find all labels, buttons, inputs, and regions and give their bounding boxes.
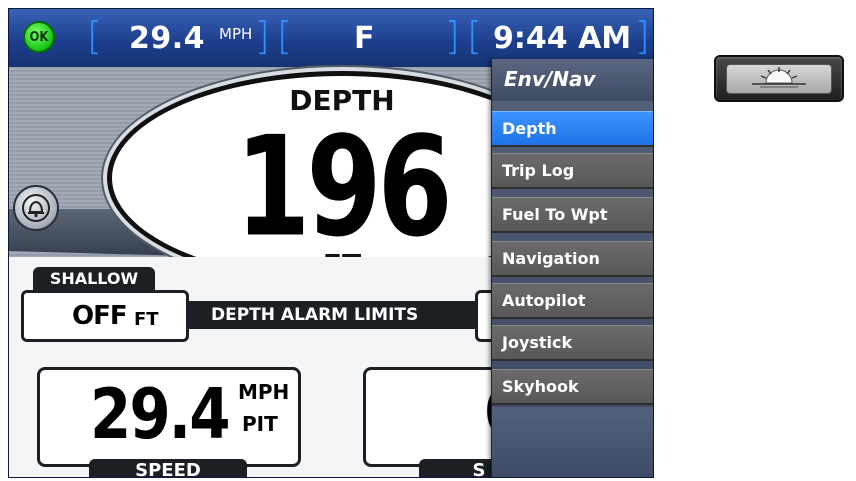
bracket-right-icon: ] — [445, 14, 460, 58]
topbar-speed-unit: MPH — [219, 25, 253, 43]
bell-icon — [22, 194, 50, 222]
speed-gauge-source: PIT — [242, 412, 278, 436]
shallow-alarm-label: SHALLOW — [33, 267, 155, 291]
bracket-left-icon: [ — [277, 14, 292, 58]
shallow-alarm-unit: FT — [134, 309, 159, 330]
alarm-bell-button[interactable] — [13, 185, 59, 231]
menu-item-joystick[interactable]: Joystick — [492, 325, 653, 361]
env-nav-menu: Env/Nav Depth Trip Log Fuel To Wpt Navig… — [491, 59, 653, 477]
menu-item-depth[interactable]: Depth — [492, 111, 653, 147]
brightness-key-face — [726, 64, 832, 94]
speed-gauge-value: 29.4 — [90, 374, 231, 455]
bracket-right-icon: ] — [255, 14, 270, 58]
ok-status-badge[interactable]: OK — [23, 21, 55, 53]
brightness-sun-icon — [752, 67, 806, 88]
bracket-left-icon: [ — [87, 14, 102, 58]
menu-empty-area — [492, 407, 653, 477]
speed-gauge: 29.4 MPH PIT — [37, 367, 301, 467]
bracket-right-icon: ] — [635, 14, 650, 58]
bracket-left-icon: [ — [467, 14, 482, 58]
speed-gauge-label: SPEED — [89, 459, 247, 477]
topbar-speed-value: 29.4 — [129, 21, 206, 56]
menu-item-trip-log[interactable]: Trip Log — [492, 153, 653, 189]
menu-title: Env/Nav — [492, 59, 653, 101]
brightness-key[interactable] — [714, 55, 844, 102]
speed-gauge-unit: MPH — [238, 380, 290, 404]
menu-item-fuel-to-wpt[interactable]: Fuel To Wpt — [492, 197, 653, 233]
shallow-alarm-value: OFF — [72, 301, 128, 331]
menu-item-autopilot[interactable]: Autopilot — [492, 283, 653, 319]
topbar-fuel-value: F — [354, 21, 375, 56]
shallow-alarm-field[interactable]: OFF FT — [21, 290, 189, 342]
depth-alarm-limits-label: DEPTH ALARM LIMITS — [189, 301, 489, 329]
menu-item-skyhook[interactable]: Skyhook — [492, 369, 653, 405]
topbar-clock: 9:44 AM — [493, 21, 632, 56]
display-screen: OK [ 29.4 MPH ] [ F ] [ 9:44 AM ] DEPTH … — [8, 8, 654, 478]
menu-item-navigation[interactable]: Navigation — [492, 241, 653, 277]
